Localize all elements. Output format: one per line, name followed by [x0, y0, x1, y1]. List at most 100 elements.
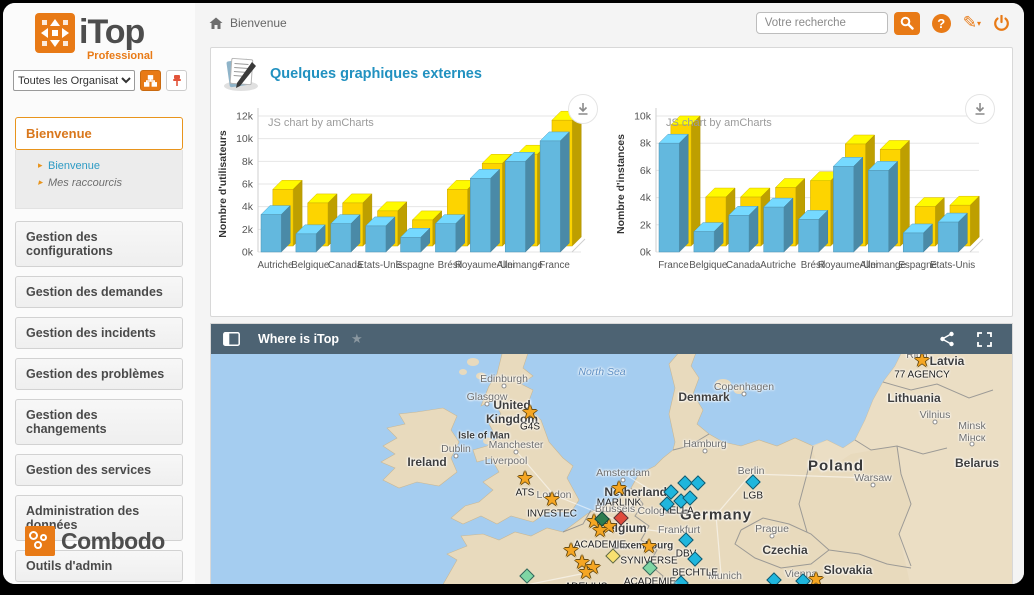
map-marker-diamond[interactable]: [519, 568, 535, 584]
map-marker-diamond[interactable]: [673, 575, 689, 584]
map-marker-star[interactable]: ★: [516, 470, 533, 489]
favorite-star-icon[interactable]: ★: [351, 331, 363, 347]
svg-text:6k: 6k: [639, 165, 651, 177]
svg-text:10k: 10k: [236, 133, 254, 145]
screenshot-frame: iTop Professional Toutes les Organisatio…: [0, 0, 1034, 595]
svg-text:10k: 10k: [634, 111, 652, 123]
sidebar-group[interactable]: Gestion des changements: [15, 399, 183, 445]
map-marker-diamond[interactable]: [745, 474, 761, 490]
svg-text:8k: 8k: [639, 138, 651, 150]
map-label: Isle of Man: [458, 431, 510, 442]
svg-text:Etats-Unis: Etats-Unis: [929, 260, 974, 271]
svg-text:France: France: [658, 260, 689, 271]
map-marker-star[interactable]: ★: [577, 564, 594, 583]
sidebar-item-bienvenue[interactable]: Bienvenue: [15, 117, 183, 150]
map-label: Frankfurt: [658, 524, 700, 536]
organization-select[interactable]: Toutes les Organisation: [13, 70, 135, 91]
map-marker-diamond[interactable]: [690, 475, 706, 491]
combodo-text: Combodo: [61, 528, 165, 555]
map-label: Manchester: [489, 439, 544, 451]
svg-text:4k: 4k: [639, 192, 651, 204]
help-icon[interactable]: ?: [932, 14, 951, 33]
chart-download-button[interactable]: [965, 94, 995, 124]
map-label: Liverpool: [485, 455, 528, 467]
chart-users: 0k2k4k6k8k10k12kJS chart by amChartsAutr…: [214, 94, 612, 306]
map-marker-diamond[interactable]: [642, 560, 658, 576]
sidebar-menu: Bienvenue ▸Bienvenue ▸Mes raccourcis Gest…: [3, 91, 195, 582]
marker-label: LGB: [743, 491, 763, 502]
svg-text:France: France: [539, 260, 570, 271]
sidebar-group[interactable]: Gestion des configurations: [15, 221, 183, 267]
combodo-logo: Combodo: [25, 526, 165, 556]
home-icon[interactable]: [209, 17, 223, 30]
map[interactable]: North SeaEdinburghGlasgowUnited KingdomI…: [211, 354, 1012, 584]
svg-text:Allemange: Allemange: [497, 260, 544, 271]
main-area: Bienvenue ? ✎▾: [195, 3, 1024, 584]
pin-button[interactable]: [166, 70, 187, 91]
map-title: Where is iTop: [258, 332, 339, 346]
svg-text:Belgique: Belgique: [291, 260, 330, 271]
breadcrumb: Bienvenue: [209, 16, 287, 30]
combodo-icon: [25, 526, 55, 556]
marker-label: ACADEMIE: [624, 577, 676, 585]
map-marker-star[interactable]: ★: [543, 491, 560, 510]
svg-text:4k: 4k: [242, 201, 254, 213]
amcharts-watermark: JS chart by amCharts: [268, 117, 374, 129]
svg-text:Belgique: Belgique: [689, 260, 728, 271]
map-marker-diamond[interactable]: [687, 551, 703, 567]
chart-svg: 0k 2k 4k 6k 8k 10k JS chart by amCharts FranceB…: [612, 94, 1006, 304]
sidebar-group[interactable]: Gestion des demandes: [15, 276, 183, 308]
search-input[interactable]: [756, 12, 888, 34]
map-label: Vilnius: [920, 409, 951, 421]
map-marker-star[interactable]: ★: [913, 354, 930, 371]
map-label: Denmark: [678, 390, 729, 404]
map-label: Czechia: [762, 543, 807, 557]
breadcrumb-label: Bienvenue: [230, 16, 287, 30]
svg-text:2k: 2k: [639, 219, 651, 231]
edit-menu-icon[interactable]: ✎▾: [963, 13, 981, 33]
search-icon: [900, 16, 914, 30]
sidebar-group[interactable]: Gestion des services: [15, 454, 183, 486]
map-marker-diamond[interactable]: [766, 572, 782, 584]
sidebar-group[interactable]: Gestion des incidents: [15, 317, 183, 349]
hierarchy-button[interactable]: [140, 70, 161, 91]
map-label: North Sea: [578, 366, 625, 378]
map-marker-diamond[interactable]: [605, 548, 621, 564]
map-label: Glasgow: [467, 391, 508, 403]
power-icon[interactable]: [993, 15, 1010, 32]
map-panel: Where is iTop ★: [210, 323, 1013, 584]
svg-text:Espagne: Espagne: [396, 260, 435, 271]
svg-text:Nombre d'instances: Nombre d'instances: [615, 134, 627, 234]
share-icon[interactable]: [939, 331, 955, 347]
submenu-item[interactable]: ▸Bienvenue: [38, 160, 176, 172]
map-marker-star[interactable]: ★: [521, 404, 538, 423]
map-label: Belarus: [955, 456, 999, 470]
map-label: Munich: [708, 570, 742, 582]
search-button[interactable]: [894, 12, 920, 35]
submenu-item[interactable]: ▸Mes raccourcis: [38, 177, 176, 189]
fullscreen-icon[interactable]: [977, 332, 992, 347]
map-marker-diamond[interactable]: [678, 532, 694, 548]
svg-text:2k: 2k: [242, 224, 254, 236]
map-marker-star[interactable]: ★: [807, 571, 824, 585]
map-marker-diamond[interactable]: [659, 496, 675, 512]
svg-text:0k: 0k: [242, 247, 254, 259]
app-window: iTop Professional Toutes les Organisatio…: [3, 3, 1024, 584]
sidebar-submenu: ▸Bienvenue ▸Mes raccourcis: [15, 150, 183, 209]
map-label: Prague: [755, 523, 789, 535]
chart-download-button[interactable]: [568, 94, 598, 124]
sidebar-group[interactable]: Gestion des problèmes: [15, 358, 183, 390]
svg-text:Autriche: Autriche: [760, 260, 796, 271]
panel-toggle-icon[interactable]: [223, 332, 240, 346]
amcharts-watermark: JS chart by amCharts: [666, 117, 772, 129]
itop-logo-icon: [35, 13, 75, 53]
map-marker-star[interactable]: ★: [610, 480, 627, 499]
notes-icon: [222, 56, 260, 92]
svg-text:8k: 8k: [242, 156, 254, 168]
chart-svg: 0k2k4k6k8k10k12kJS chart by amChartsAutr…: [214, 94, 608, 304]
map-marker-star[interactable]: ★: [640, 538, 657, 557]
svg-text:Autriche: Autriche: [257, 260, 293, 271]
logo-title: iTop: [79, 13, 144, 51]
map-label: Poland: [808, 458, 864, 475]
svg-text:0k: 0k: [639, 247, 651, 259]
